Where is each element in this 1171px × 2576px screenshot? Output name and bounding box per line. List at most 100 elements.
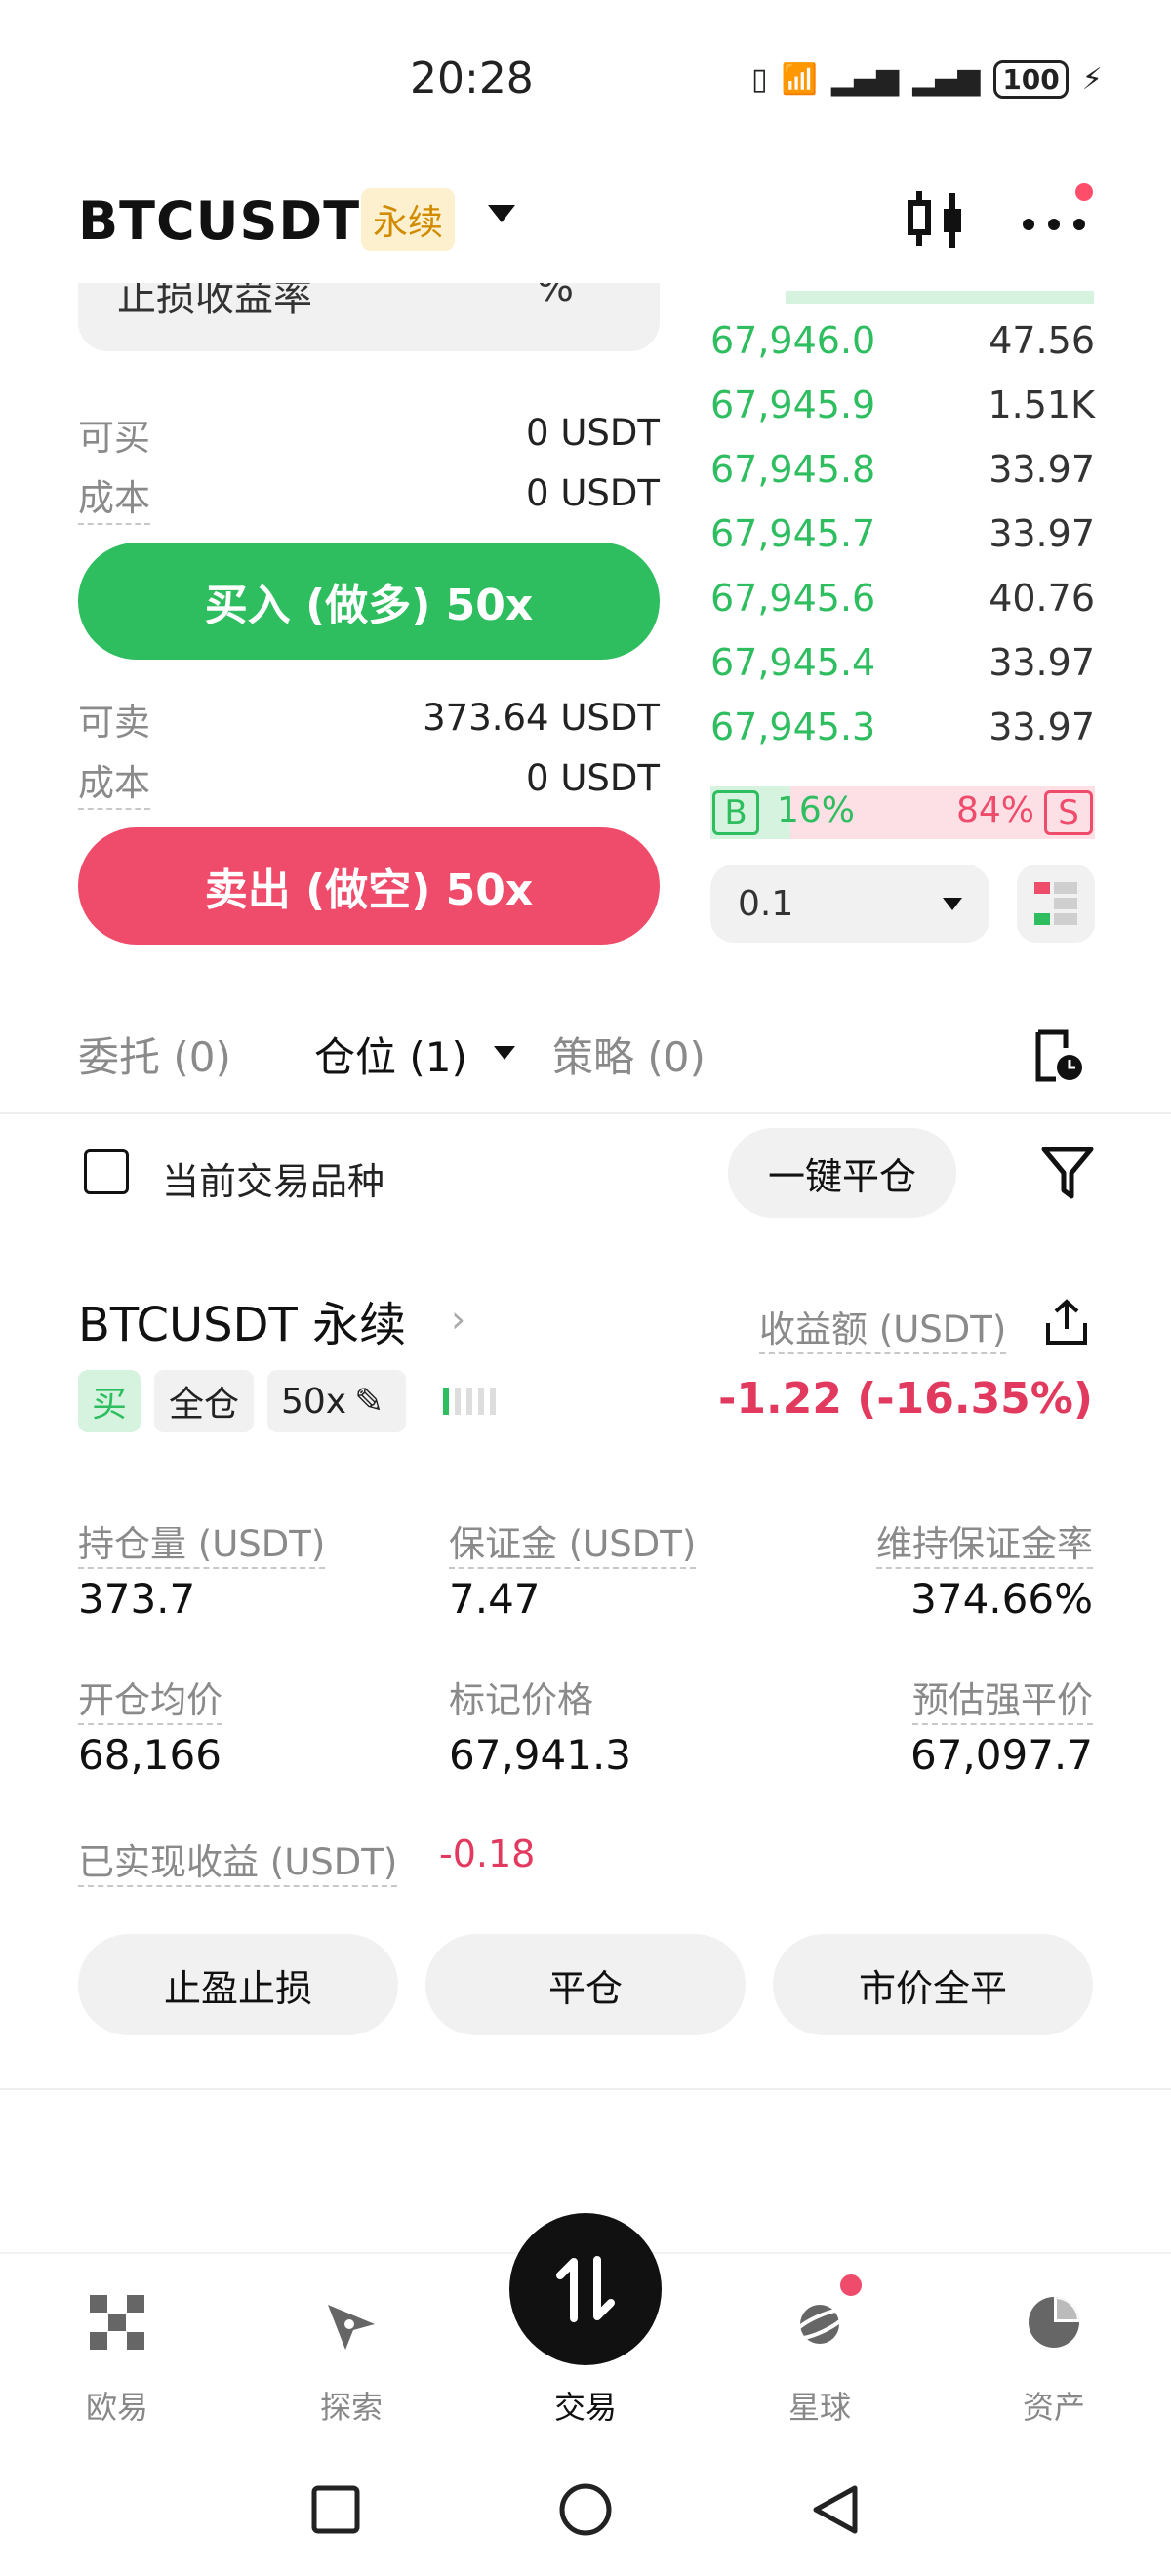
battery-icon: 100 [993,60,1069,99]
entry-price-value: 68,166 [78,1731,222,1779]
maintenance-margin-label[interactable]: 维持保证金率 [876,1514,1093,1569]
okx-logo-icon[interactable] [86,2291,148,2354]
realized-pnl-label[interactable]: 已实现收益 (USDT) [78,1832,398,1887]
edit-icon: ✎ [354,1381,384,1422]
margin-mode-tag[interactable]: 全仓 [154,1370,254,1432]
orderbook-qty: 40.76 [989,577,1095,620]
tab-strategies[interactable]: 策略 (0) [552,1025,706,1084]
signal-icon-2: ▂▄▆ [912,62,981,97]
trade-fab[interactable] [509,2213,662,2365]
buy-available-value: 0 USDT [526,412,660,454]
orderbook-price: 67,945.7 [710,512,876,555]
recent-apps-icon[interactable] [310,2484,361,2535]
compass-icon[interactable] [320,2291,383,2354]
sell-available-value: 373.64 USDT [423,697,660,739]
sell-cost-value: 0 USDT [526,757,660,799]
divider [0,2088,1171,2090]
entry-price-label[interactable]: 开仓均价 [78,1670,222,1725]
wifi-icon: 📶 [781,62,818,97]
buy-cost-label[interactable]: 成本 [78,468,150,525]
filter-icon[interactable] [1040,1144,1095,1202]
planet-icon[interactable] [788,2291,851,2354]
nav-label-planet[interactable]: 星球 [742,2383,898,2428]
orderbook-price: 67,945.3 [710,705,876,748]
orderbook-qty: 47.56 [989,319,1095,362]
tp-sl-button[interactable]: 止盈止损 [78,1934,398,2035]
orderbook-qty: 33.97 [989,448,1095,491]
depth-precision-select[interactable]: 0.1 [710,865,989,943]
orderbook-qty: 1.51K [988,383,1095,426]
leverage-value: 50x [281,1381,347,1422]
leverage-tag[interactable]: 50x ✎ [267,1370,406,1432]
back-icon[interactable] [808,2482,863,2537]
realized-pnl-value: -0.18 [439,1832,536,1875]
orderbook-row[interactable]: 67,945.9 1.51K [710,373,1095,437]
symbol-title[interactable]: BTCUSDT [78,190,360,252]
stop-loss-label: 止损收益率 [117,283,312,320]
orderbook-row[interactable]: 67,945.6 40.76 [710,566,1095,630]
close-all-button[interactable]: 一键平仓 [728,1128,956,1218]
divider [0,1112,1171,1114]
charging-icon: ⚡ [1081,62,1103,97]
pnl-value: -1.22 (-16.35%) [718,1374,1093,1424]
chevron-down-icon[interactable] [488,205,515,222]
pie-chart-icon[interactable] [1023,2291,1085,2354]
mark-price-value: 67,941.3 [449,1731,632,1779]
risk-level-bars [443,1388,502,1417]
orderbook-row[interactable]: 67,945.7 33.97 [710,502,1095,566]
position-size-value: 373.7 [78,1575,196,1623]
buy-cost-value: 0 USDT [526,472,660,514]
depth-precision-value: 0.1 [738,883,794,924]
stop-loss-unit: % [537,283,575,310]
current-symbol-checkbox[interactable] [84,1149,129,1194]
candlestick-icon[interactable] [903,185,971,254]
current-symbol-label[interactable]: 当前交易品种 [162,1151,384,1205]
mark-price-label: 标记价格 [449,1679,593,1721]
margin-value: 7.47 [449,1575,541,1623]
side-tag: 买 [78,1370,141,1432]
market-close-button[interactable]: 市价全平 [773,1934,1093,2035]
sell-short-button[interactable]: 卖出 (做空) 50x [78,827,660,945]
orderbook-layout-icon[interactable] [1017,865,1095,943]
orderbook-row[interactable]: 67,945.4 33.97 [710,630,1095,695]
buy-ratio-letter: B [712,790,759,835]
buy-long-button[interactable]: 买入 (做多) 50x [78,543,660,660]
sell-available-label: 可卖 [78,702,150,744]
orderbook-price: 67,946.0 [710,319,876,362]
nav-label-explore[interactable]: 探索 [273,2383,429,2428]
sell-ratio-letter: S [1044,790,1093,835]
tab-orders[interactable]: 委托 (0) [78,1025,231,1084]
maintenance-margin-value: 374.66% [910,1575,1093,1623]
nav-label-okx[interactable]: 欧易 [39,2383,195,2428]
position-size-label[interactable]: 持仓量 (USDT) [78,1514,326,1569]
liquidation-price-label[interactable]: 预估强平价 [912,1670,1093,1725]
tab-positions[interactable]: 仓位 (1) [314,1025,467,1084]
pnl-label[interactable]: 收益额 (USDT) [759,1300,1007,1354]
sell-ratio-percent: 84% [956,790,1035,830]
orderbook-row[interactable]: 67,945.3 33.97 [710,695,1095,759]
close-position-button[interactable]: 平仓 [425,1934,746,2035]
orderbook-row[interactable]: 67,945.8 33.97 [710,437,1095,502]
margin-label[interactable]: 保证金 (USDT) [449,1514,697,1569]
swap-arrows-icon [556,2256,615,2322]
order-history-icon[interactable] [1029,1026,1087,1085]
position-symbol[interactable]: BTCUSDT 永续 [78,1286,406,1354]
orderbook-price: 67,945.6 [710,577,876,620]
sell-cost-label[interactable]: 成本 [78,753,150,810]
orderbook-qty: 33.97 [989,512,1095,555]
nav-label-assets[interactable]: 资产 [976,2383,1132,2428]
chevron-down-icon [943,897,962,910]
share-icon[interactable] [1044,1298,1089,1347]
chevron-down-icon[interactable] [494,1046,515,1060]
more-icon[interactable] [1015,195,1093,244]
liquidation-price-value: 67,097.7 [909,1731,1093,1779]
orderbook-qty: 33.97 [989,705,1095,748]
chevron-right-icon[interactable]: › [451,1298,465,1341]
nav-label-trade[interactable]: 交易 [507,2383,664,2428]
orderbook-price: 67,945.4 [710,641,876,684]
status-icons: ▯ 📶 ▂▄▆ ▂▄▆ 100 ⚡ [751,60,1103,99]
notification-dot [1075,183,1093,201]
stop-loss-input[interactable]: 止损收益率 % [78,283,660,351]
orderbook-row[interactable]: 67,946.0 47.56 [710,308,1095,373]
home-icon[interactable] [558,2482,613,2537]
